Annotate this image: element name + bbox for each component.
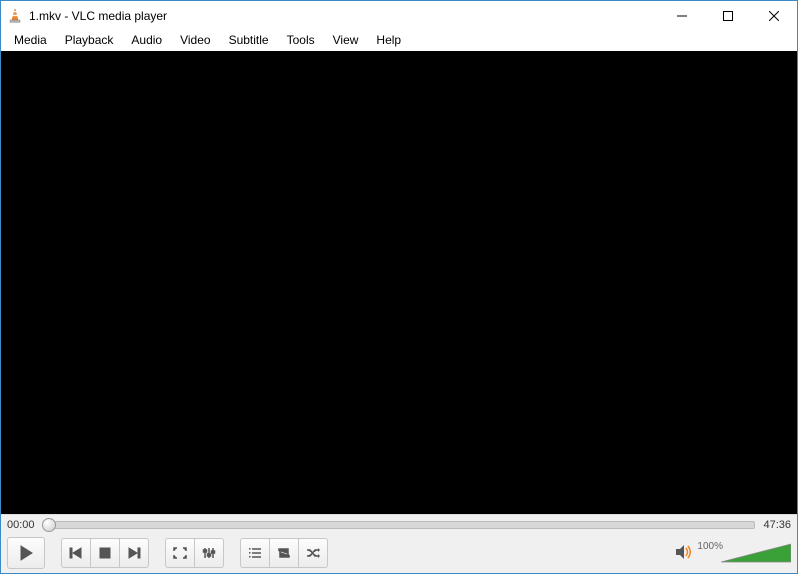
playback-group (61, 538, 149, 568)
extended-settings-button[interactable] (194, 538, 224, 568)
window-controls (659, 1, 797, 31)
elapsed-time[interactable]: 00:00 (7, 519, 37, 531)
menu-tools[interactable]: Tools (278, 31, 324, 49)
menu-bar: Media Playback Audio Video Subtitle Tool… (1, 31, 797, 51)
total-duration[interactable]: 47:36 (761, 519, 791, 531)
controls-bar: 00:00 47:36 (1, 514, 797, 573)
fullscreen-button[interactable] (165, 538, 195, 568)
seek-thumb[interactable] (42, 518, 56, 532)
menu-video[interactable]: Video (171, 31, 219, 49)
volume-control: 100% (675, 542, 791, 564)
next-button[interactable] (119, 538, 149, 568)
vlc-cone-icon (7, 8, 23, 24)
close-button[interactable] (751, 1, 797, 31)
play-button[interactable] (7, 537, 45, 569)
menu-view[interactable]: View (324, 31, 368, 49)
title-bar: 1.mkv - VLC media player (1, 1, 797, 31)
speaker-icon[interactable] (675, 544, 693, 563)
menu-help[interactable]: Help (367, 31, 410, 49)
loop-button[interactable] (269, 538, 299, 568)
previous-button[interactable] (61, 538, 91, 568)
shuffle-button[interactable] (298, 538, 328, 568)
minimize-button[interactable] (659, 1, 705, 31)
buttons-row: 100% (1, 535, 797, 573)
menu-subtitle[interactable]: Subtitle (220, 31, 278, 49)
menu-playback[interactable]: Playback (56, 31, 123, 49)
window-title: 1.mkv - VLC media player (29, 9, 659, 23)
seek-slider[interactable] (43, 521, 755, 529)
menu-audio[interactable]: Audio (122, 31, 171, 49)
seek-row: 00:00 47:36 (1, 515, 797, 535)
playlist-button[interactable] (240, 538, 270, 568)
view-group (165, 538, 224, 568)
stop-button[interactable] (90, 538, 120, 568)
maximize-button[interactable] (705, 1, 751, 31)
video-area[interactable] (1, 51, 797, 514)
volume-percent: 100% (697, 541, 723, 552)
menu-media[interactable]: Media (5, 31, 56, 49)
playlist-group (240, 538, 328, 568)
volume-slider[interactable] (721, 542, 791, 564)
